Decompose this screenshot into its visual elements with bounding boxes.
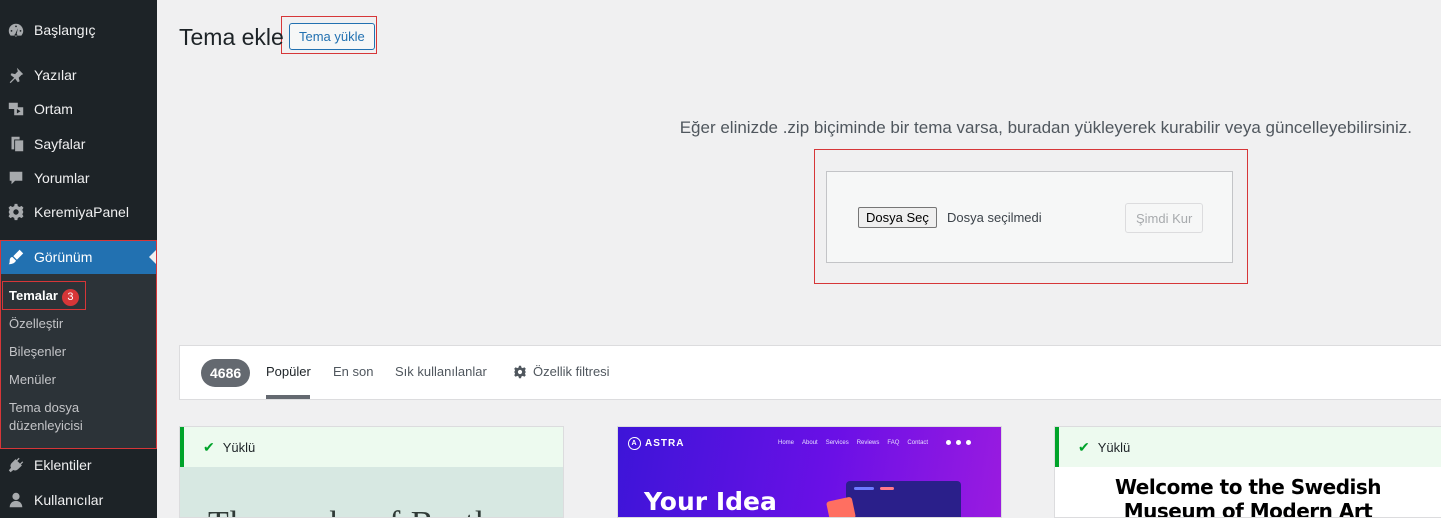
submenu-item-menus[interactable]: Menüler [9,371,56,389]
submenu-item-label-line2: düzenleyicisi [9,418,83,433]
choose-file-button[interactable]: Dosya Seç [858,207,937,228]
theme-screenshot: The works of Borth [180,467,563,517]
checkmark-icon: ✔ [203,438,215,455]
feature-filter-button[interactable]: Özellik filtresi [513,364,610,379]
media-icon [6,99,26,119]
submenu-item-customize[interactable]: Özelleştir [9,315,63,333]
sidebar-item-label: Yazılar [34,67,77,83]
feature-filter-label: Özellik filtresi [533,364,610,379]
installed-notice: ✔ Yüklü [1055,427,1441,467]
installed-notice: ✔ Yüklü [180,427,563,467]
file-status-text: Dosya seçilmedi [947,210,1042,225]
sidebar-item-pages[interactable]: Sayfalar [0,127,157,161]
page-title: Tema ekle [179,24,284,50]
astra-nav-item: Reviews [856,440,880,446]
submenu-item-themes[interactable]: Temalar 3 [9,287,79,306]
astra-logo-text: ASTRA [645,438,685,449]
appearance-brush-icon [6,247,26,267]
sidebar-item-label: Ortam [34,101,73,117]
sidebar-item-keremiyapanel[interactable]: KeremiyaPanel [0,195,157,229]
gear-icon [6,202,26,222]
installed-label: Yüklü [222,439,256,455]
theme-screenshot: A ASTRA Home About Services Reviews FAQ … [618,427,1001,517]
theme-card[interactable]: ✔ Yüklü The works of Borth [179,426,564,518]
active-tab-indicator [266,395,310,399]
tab-latest[interactable]: En son [333,364,373,379]
gear-icon [514,365,526,378]
sidebar-item-label: Kullanıcılar [34,492,104,508]
checkmark-icon: ✔ [1078,438,1090,455]
submenu-item-theme-file-editor[interactable]: Tema dosya düzenleyicisi [9,399,83,435]
sidebar-item-label: Yorumlar [34,170,90,186]
update-count-badge: 3 [61,289,79,306]
sidebar-item-posts[interactable]: Yazılar [0,58,157,92]
sidebar-item-label: KeremiyaPanel [34,204,129,220]
sidebar-item-users[interactable]: Kullanıcılar [0,483,157,517]
astra-logo-icon: A [628,437,641,450]
sidebar-item-dashboard[interactable]: Başlangıç [0,13,157,47]
astra-decor-shape [825,496,857,517]
dashboard-icon [6,20,26,40]
sidebar-item-plugins[interactable]: Eklentiler [0,448,157,482]
sidebar-item-label: Sayfalar [34,136,86,152]
comments-icon [6,168,26,188]
theme-filter-bar: 4686 Popüler En son Sık kullanılanlar Öz… [179,345,1441,400]
upload-form: Dosya Seç Dosya seçilmedi Şimdi Kur [826,171,1233,263]
tab-favorites[interactable]: Sık kullanılanlar [395,364,487,379]
theme-card[interactable]: ✔ Yüklü Welcome to the Swedish Museum of… [1054,426,1441,518]
astra-hero-text: Your Idea [644,487,777,516]
installed-label: Yüklü [1097,439,1131,455]
users-icon [6,490,26,510]
sidebar-item-label: Görünüm [34,249,93,265]
theme-preview-heading-line1: Welcome to the Swedish [1114,475,1382,499]
sidebar-item-label: Başlangıç [34,22,96,38]
appearance-submenu: Temalar 3 Özelleştir Bileşenler Menüler T… [0,274,157,448]
theme-preview-text: The works of Borth [208,505,493,517]
submenu-item-label-line1: Tema dosya [9,400,80,415]
sidebar-item-appearance[interactable]: Görünüm [0,240,157,274]
theme-card[interactable]: A ASTRA Home About Services Reviews FAQ … [617,426,1002,518]
pages-icon [6,134,26,154]
sidebar-item-media[interactable]: Ortam [0,92,157,126]
astra-nav-item: FAQ [887,440,900,446]
upload-theme-button[interactable]: Tema yükle [289,23,375,50]
theme-count: 4686 [201,359,251,387]
astra-nav-item: Services [825,440,849,446]
astra-nav-item: Contact [907,440,929,446]
astra-social-icons [946,440,971,445]
theme-screenshot: Welcome to the Swedish Museum of Modern … [1055,467,1441,518]
astra-nav: Home About Services Reviews FAQ Contact [778,440,928,446]
astra-mockup-illustration [846,481,961,517]
theme-preview-heading-line2: Museum of Modern Art [1123,499,1373,518]
current-menu-arrow [149,249,157,265]
submenu-item-widgets[interactable]: Bileşenler [9,343,66,361]
submenu-item-label: Temalar [9,288,58,303]
astra-nav-item: About [802,440,818,446]
astra-nav-item: Home [778,440,795,446]
sidebar-item-comments[interactable]: Yorumlar [0,161,157,195]
astra-logo: A ASTRA [628,437,684,450]
install-now-button[interactable]: Şimdi Kur [1125,203,1204,233]
pin-icon [6,65,26,85]
sidebar-item-label: Eklentiler [34,457,92,473]
plugins-icon [6,455,26,475]
admin-sidebar: Başlangıç Yazılar Ortam Sayfalar Yorumla… [0,0,157,518]
tab-popular[interactable]: Popüler [266,364,311,379]
upload-help-text: Eğer elinizde .zip biçiminde bir tema va… [679,118,1412,137]
